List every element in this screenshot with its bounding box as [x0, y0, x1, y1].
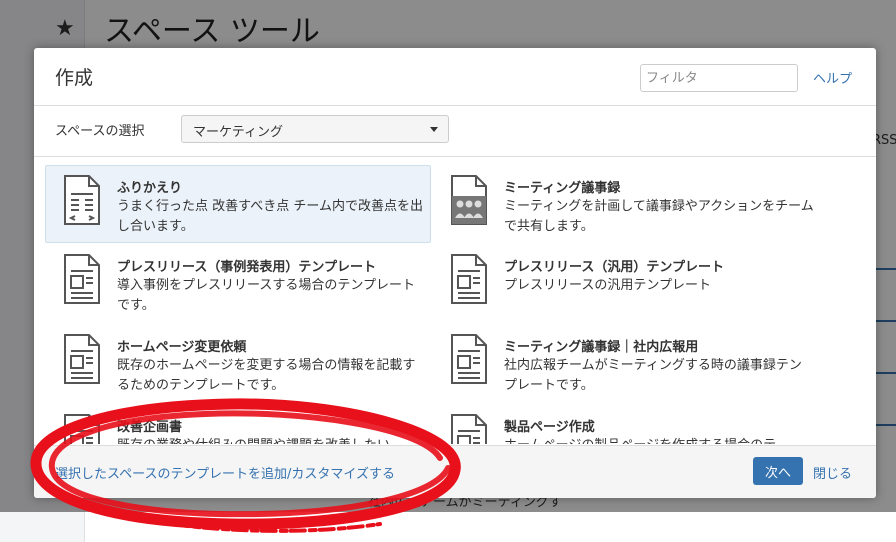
- template-name: ホームページ変更依頼: [117, 340, 247, 355]
- template-list: ふりかえり うまく行った点 改善すべき点 チーム内で改善点を出し合います。 ミー…: [34, 157, 876, 444]
- close-link[interactable]: 閉じる: [813, 463, 852, 482]
- template-name: 製品ページ作成: [504, 420, 595, 435]
- template-name: 改善企画書: [117, 420, 183, 435]
- template-description: 既存の業務や仕組みの問題や課題を改善したい: [117, 436, 427, 444]
- template-item-press-release-case[interactable]: プレスリリース（事例発表用）テンプレート 導入事例をプレスリリースする場合のテン…: [45, 244, 431, 322]
- document-icon: [451, 414, 487, 444]
- template-name: ミーティング議事録｜社内広報用: [504, 340, 699, 355]
- dialog-header: 作成 ヘルプ: [34, 48, 876, 106]
- customize-templates-link[interactable]: 選択したスペースのテンプレートを追加/カスタマイズする: [55, 463, 395, 482]
- template-description: うまく行った点 改善すべき点 チーム内で改善点を出し合います。: [117, 199, 423, 234]
- space-select-label: スペースの選択: [55, 124, 145, 139]
- chevron-down-icon: [430, 127, 438, 132]
- template-name: ミーティング議事録: [504, 181, 621, 196]
- filter-input[interactable]: [640, 64, 798, 92]
- retrospective-icon: [64, 175, 100, 225]
- space-selector-row: スペースの選択 マーケティング: [34, 106, 876, 157]
- document-icon: [451, 334, 487, 384]
- dialog-title: 作成: [55, 67, 94, 89]
- template-item-meeting-notes-pr[interactable]: ミーティング議事録｜社内広報用 社内広報チームがミーティングする時の議事録テンプ…: [432, 324, 818, 402]
- template-item-product-page[interactable]: 製品ページ作成 ホームページの製品ページを作成する場合のテ: [432, 404, 818, 444]
- template-item-press-release-general[interactable]: プレスリリース（汎用）テンプレート プレスリリースの汎用テンプレート: [432, 244, 818, 322]
- template-description: プレスリリースの汎用テンプレート: [504, 278, 711, 293]
- space-select-value: マーケティング: [193, 125, 283, 140]
- template-name: プレスリリース（事例発表用）テンプレート: [117, 260, 376, 275]
- create-dialog: 作成 ヘルプ スペースの選択 マーケティング: [34, 48, 876, 498]
- help-link[interactable]: ヘルプ: [813, 68, 852, 87]
- document-icon: [451, 254, 487, 304]
- template-item-improvement-plan[interactable]: 改善企画書 既存の業務や仕組みの問題や課題を改善したい: [45, 404, 431, 444]
- meeting-notes-icon: [451, 175, 487, 225]
- template-name: プレスリリース（汎用）テンプレート: [504, 260, 724, 275]
- template-item-meeting-notes[interactable]: ミーティング議事録 ミーティングを計画して議事録やアクションをチームで共有します…: [432, 165, 818, 243]
- template-description: 導入事例をプレスリリースする場合のテンプレートです。: [117, 278, 415, 313]
- document-icon: [64, 334, 100, 384]
- template-item-homepage-change[interactable]: ホームページ変更依頼 既存のホームページを変更する場合の情報を記載するためのテン…: [45, 324, 431, 402]
- template-description: ホームページの製品ページを作成する場合のテ: [504, 436, 814, 444]
- document-icon: [64, 254, 100, 304]
- template-name: ふりかえり: [117, 181, 183, 196]
- template-description: 既存のホームページを変更する場合の情報を記載するためのテンプレートです。: [117, 358, 416, 393]
- template-description: ミーティングを計画して議事録やアクションをチームで共有します。: [504, 199, 814, 234]
- document-icon: [64, 414, 100, 444]
- template-description: 社内広報チームがミーティングする時の議事録テンプレートです。: [504, 358, 802, 393]
- next-button[interactable]: 次へ: [753, 457, 803, 485]
- template-item-retrospective[interactable]: ふりかえり うまく行った点 改善すべき点 チーム内で改善点を出し合います。: [45, 165, 431, 243]
- dialog-footer: 選択したスペースのテンプレートを追加/カスタマイズする 次へ 閉じる: [34, 445, 876, 498]
- space-select[interactable]: マーケティング: [181, 115, 449, 143]
